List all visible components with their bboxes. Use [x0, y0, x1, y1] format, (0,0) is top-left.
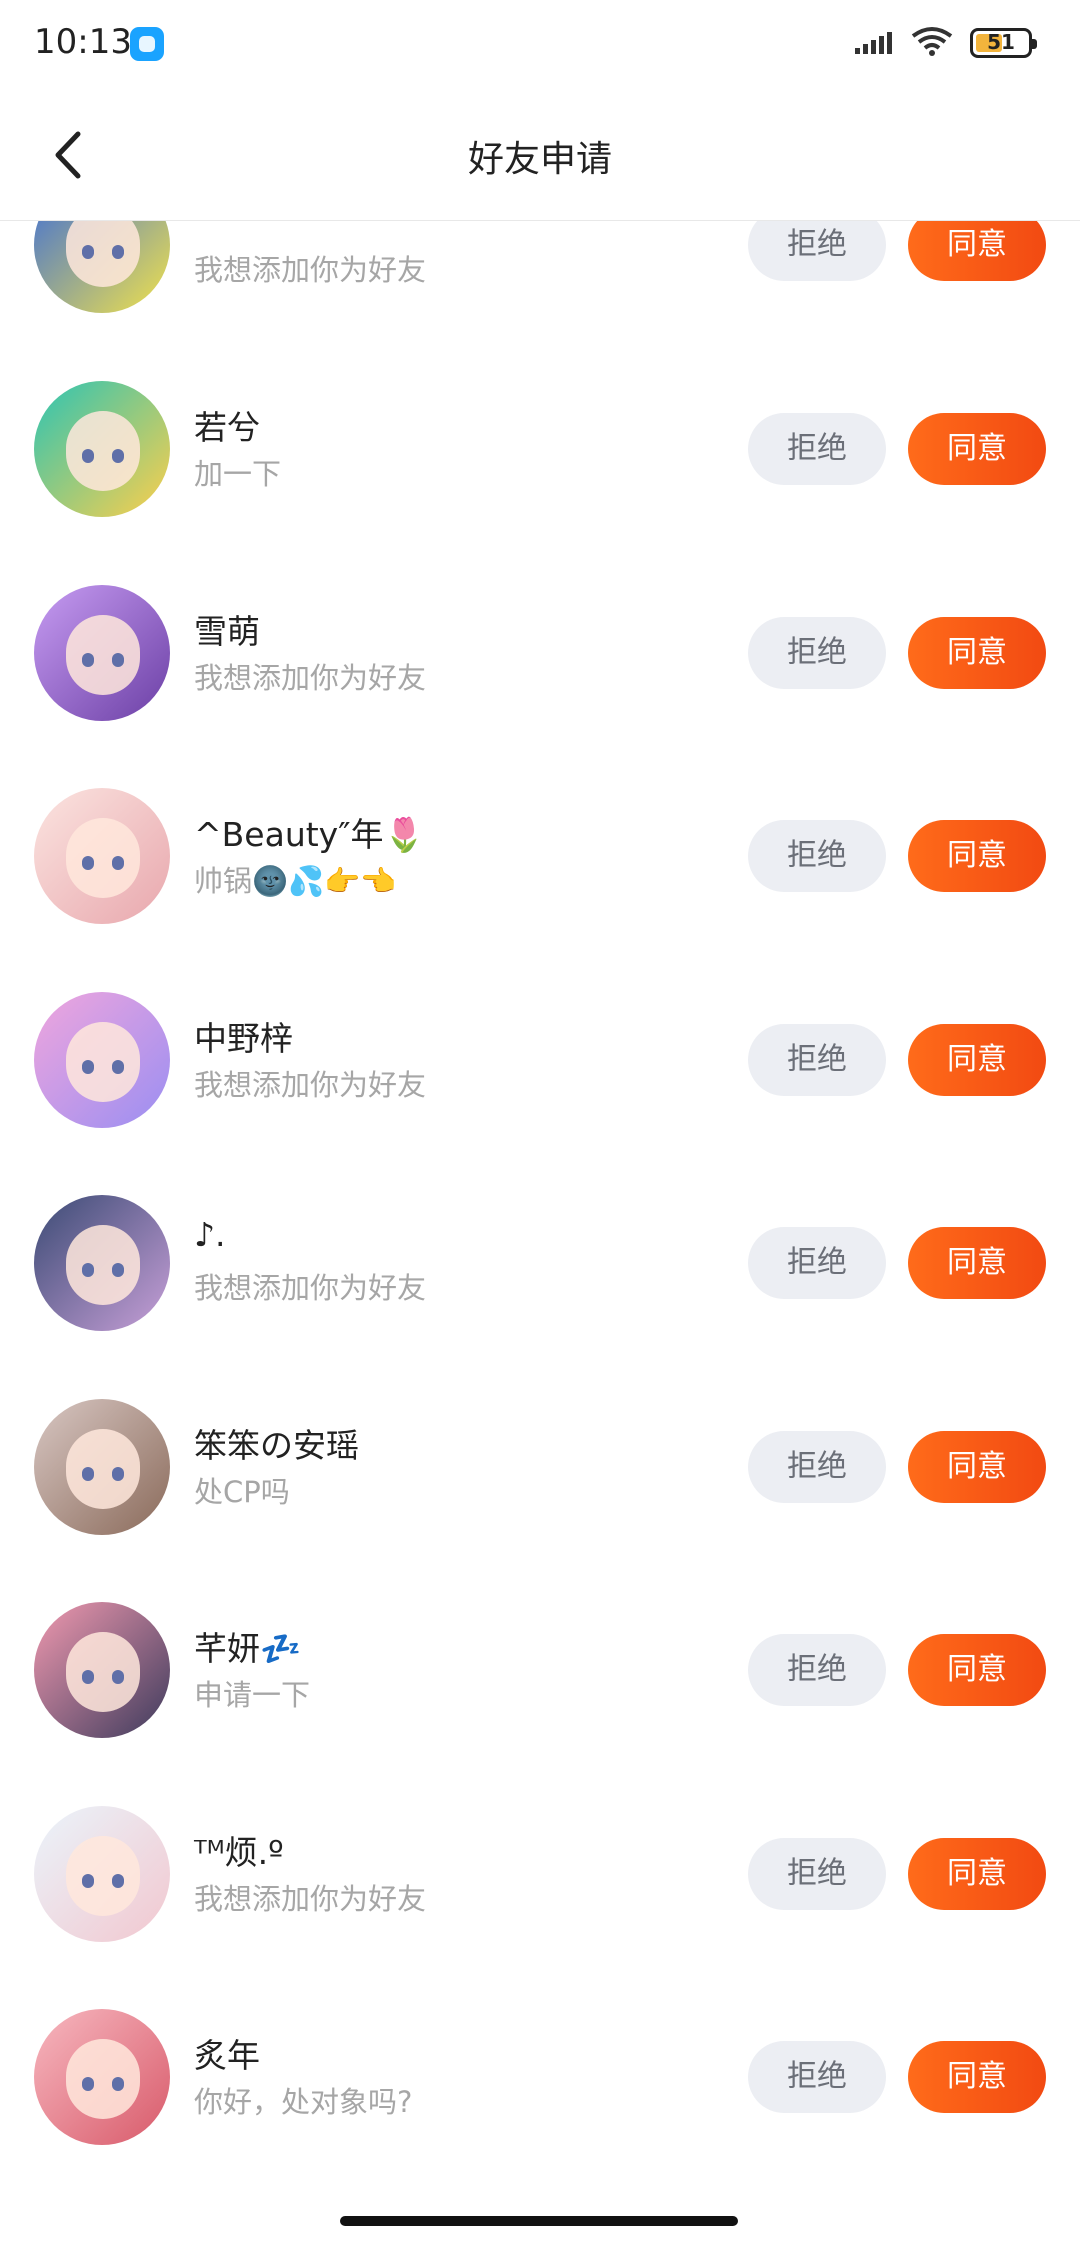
friend-request-row: ᵀᴹ烦.º 我想添加你为好友 拒绝 同意: [0, 1772, 1080, 1976]
friend-request-list[interactable]: 我想添加你为好友 拒绝 同意 若兮 加一下 拒绝 同意 雪萌 我想添加你为好友 拒绝 同意 ^Beau…: [0, 221, 1080, 2181]
friend-request-row: 我想添加你为好友 拒绝 同意: [0, 221, 1080, 347]
friend-request-row: 笨笨の安瑶处CP吗 拒绝 同意: [0, 1365, 1080, 1569]
request-message: 处CP吗: [194, 1475, 290, 1509]
reject-button[interactable]: 拒绝: [748, 2041, 886, 2113]
request-message: 你好，处对象吗?: [194, 2085, 413, 2119]
avatar[interactable]: [34, 381, 170, 517]
friend-request-row: 中野梓我想添加你为好友 拒绝 同意: [0, 958, 1080, 1162]
request-message: 我想添加你为好友: [194, 253, 427, 287]
request-message: 加一下: [194, 457, 282, 491]
requester-name: 芊妍💤: [194, 1629, 302, 1668]
friend-request-row: 雪萌我想添加你为好友 拒绝 同意: [0, 551, 1080, 755]
reject-button[interactable]: 拒绝: [748, 221, 886, 281]
page-title: 好友申请: [467, 139, 612, 180]
avatar[interactable]: [34, 1399, 170, 1535]
requester-name: ᵀᴹ烦.º: [194, 1833, 284, 1872]
accept-button[interactable]: 同意: [908, 221, 1046, 281]
avatar[interactable]: [34, 1602, 170, 1738]
accept-button[interactable]: 同意: [908, 617, 1046, 689]
battery-icon: 51: [970, 28, 1037, 58]
reject-button[interactable]: 拒绝: [748, 617, 886, 689]
reject-button[interactable]: 拒绝: [748, 1838, 886, 1910]
reject-button[interactable]: 拒绝: [748, 413, 886, 485]
request-message: 我想添加你为好友: [194, 1068, 427, 1102]
wifi-icon: [911, 27, 953, 56]
requester-name: ♪.: [194, 1215, 226, 1254]
friend-request-row: 若兮加一下 拒绝 同意: [0, 347, 1080, 551]
friend-request-row: ^Beauty″年🌷 帅锅🌚💦👉👈 拒绝 同意: [0, 754, 1080, 958]
status-time: 10:13: [34, 22, 132, 62]
status-bar: 10:13 51: [0, 0, 1080, 90]
requester-name: 中野梓: [194, 1019, 293, 1058]
accept-button[interactable]: 同意: [908, 820, 1046, 892]
accept-button[interactable]: 同意: [908, 1431, 1046, 1503]
avatar[interactable]: [34, 2009, 170, 2145]
accept-button[interactable]: 同意: [908, 1227, 1046, 1299]
request-message: 申请一下: [194, 1678, 311, 1712]
reject-button[interactable]: 拒绝: [748, 1431, 886, 1503]
signal-icon: [855, 32, 892, 54]
requester-name: 笨笨の安瑶: [194, 1426, 359, 1465]
app-header: 好友申请: [0, 90, 1080, 221]
home-indicator[interactable]: [340, 2216, 738, 2226]
requester-name: 炙年: [194, 2036, 260, 2075]
accept-button[interactable]: 同意: [908, 413, 1046, 485]
friend-request-row: 炙年你好，处对象吗? 拒绝 同意: [0, 1975, 1080, 2179]
request-message: 帅锅🌚💦👉👈: [194, 864, 397, 898]
avatar[interactable]: [34, 585, 170, 721]
friend-request-row: 芊妍💤 申请一下 拒绝 同意: [0, 1568, 1080, 1772]
accept-button[interactable]: 同意: [908, 1024, 1046, 1096]
request-message: 我想添加你为好友: [194, 1882, 427, 1916]
accept-button[interactable]: 同意: [908, 1634, 1046, 1706]
battery-level: 51: [987, 30, 1015, 54]
requester-name: 雪萌: [194, 612, 260, 651]
requester-name: 若兮: [194, 408, 260, 447]
request-message: 我想添加你为好友: [194, 1271, 427, 1305]
app-notification-icon: [130, 27, 164, 61]
avatar[interactable]: [34, 788, 170, 924]
accept-button[interactable]: 同意: [908, 2041, 1046, 2113]
avatar[interactable]: [34, 1195, 170, 1331]
request-message: 我想添加你为好友: [194, 661, 427, 695]
reject-button[interactable]: 拒绝: [748, 820, 886, 892]
reject-button[interactable]: 拒绝: [748, 1227, 886, 1299]
avatar[interactable]: [34, 992, 170, 1128]
avatar[interactable]: [34, 1806, 170, 1942]
reject-button[interactable]: 拒绝: [748, 1024, 886, 1096]
requester-name: ^Beauty″年🌷: [194, 815, 425, 854]
avatar[interactable]: [34, 221, 170, 313]
accept-button[interactable]: 同意: [908, 1838, 1046, 1910]
reject-button[interactable]: 拒绝: [748, 1634, 886, 1706]
friend-request-row: ♪. 我想添加你为好友 拒绝 同意: [0, 1161, 1080, 1365]
